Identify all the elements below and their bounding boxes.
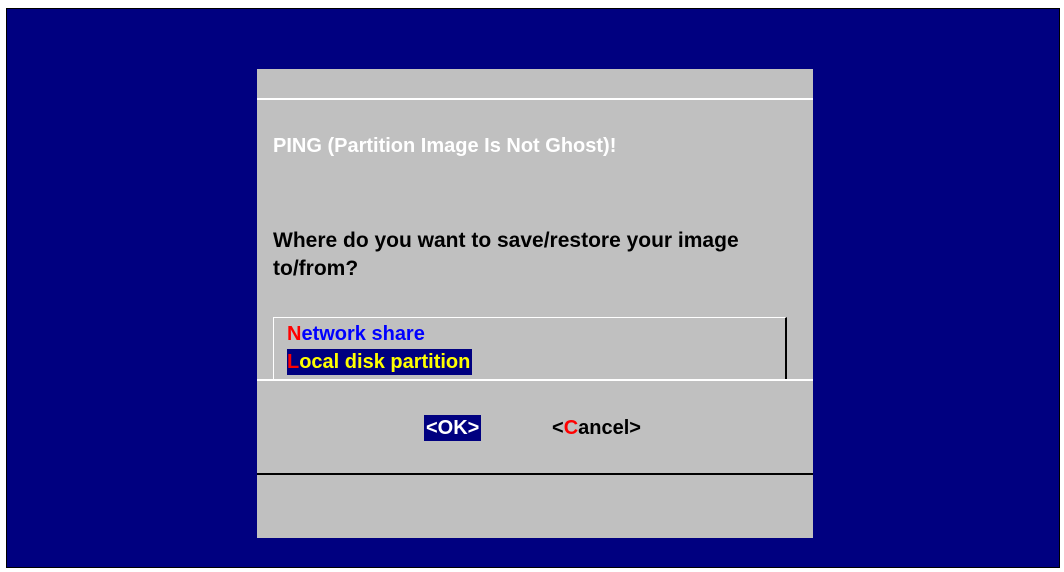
dialog-title: PING (Partition Image Is Not Ghost)! bbox=[273, 135, 617, 157]
dialog-question: Where do you want to save/restore your i… bbox=[273, 229, 739, 280]
cancel-button-label: ancel> bbox=[578, 417, 641, 439]
dialog-box: PING (Partition Image Is Not Ghost)! Whe… bbox=[257, 69, 813, 538]
screen-background: PING (Partition Image Is Not Ghost)! Whe… bbox=[6, 8, 1060, 568]
menu-item-label: ocal disk partition bbox=[299, 351, 471, 373]
menu-item-hotkey: N bbox=[287, 323, 302, 345]
menu-list: Network share Local disk partition bbox=[273, 317, 787, 379]
menu-item-hotkey: L bbox=[287, 351, 300, 373]
ok-button[interactable]: <OK> bbox=[424, 415, 482, 441]
cancel-button-prefix: < bbox=[552, 417, 564, 439]
cancel-button[interactable]: <Cancel> bbox=[550, 415, 643, 441]
menu-divider bbox=[257, 379, 813, 381]
dialog-title-divider bbox=[257, 98, 813, 100]
menu-item-network-share[interactable]: Network share bbox=[287, 321, 427, 347]
menu-item-label: etwork share bbox=[301, 323, 425, 345]
button-divider bbox=[257, 473, 813, 475]
menu-item-local-disk-partition[interactable]: Local disk partition bbox=[287, 349, 473, 375]
cancel-button-hotkey: C bbox=[563, 417, 579, 439]
